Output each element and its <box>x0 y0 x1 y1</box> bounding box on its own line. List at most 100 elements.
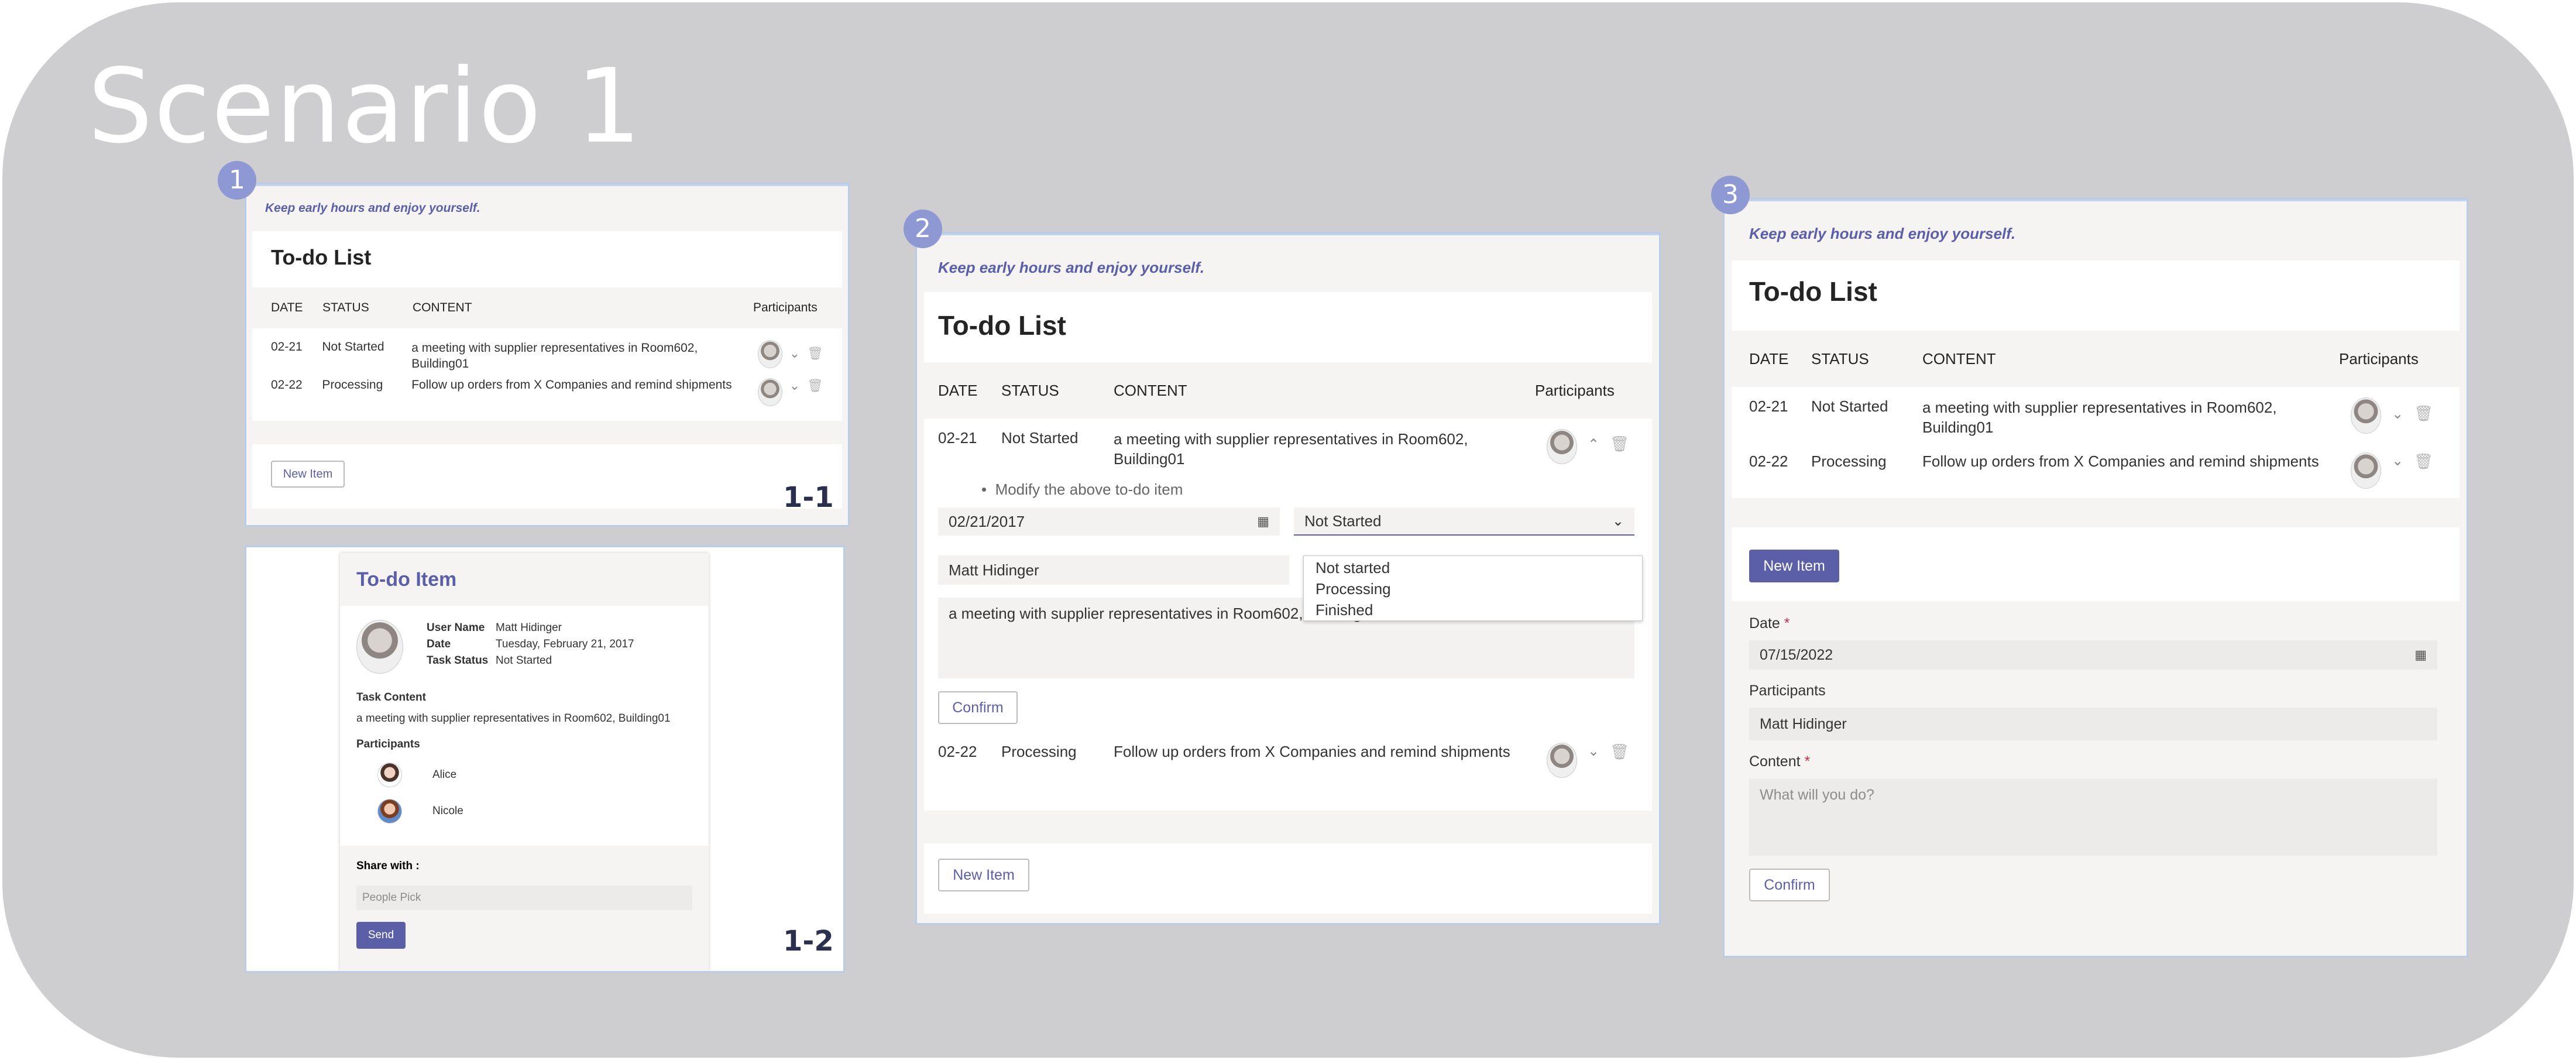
participant-name: Nicole <box>432 805 463 817</box>
row-content: Follow up orders from X Companies and re… <box>1922 452 2319 470</box>
trash-icon[interactable]: 🗑 <box>807 346 823 378</box>
chevron-down-icon[interactable]: ⌄ <box>789 346 800 378</box>
row-date: 02-22 <box>1749 452 1788 470</box>
header-status: STATUS <box>1001 381 1059 399</box>
page-title: To-do List <box>1749 276 1877 307</box>
date-value: 02/21/2017 <box>949 512 1025 530</box>
status-value: Not Started <box>1304 512 1382 530</box>
header-date: DATE <box>938 381 978 399</box>
share-placeholder: People Pick <box>362 891 421 904</box>
confirm-button[interactable]: Confirm <box>1749 869 1830 901</box>
new-item-button[interactable]: New Item <box>938 859 1029 891</box>
row-content: a meeting with supplier representatives … <box>411 340 758 378</box>
detail-header: To-do Item <box>340 553 709 606</box>
table-row[interactable]: 02-22 Processing Follow up orders from X… <box>938 743 1638 778</box>
avatar <box>356 620 403 674</box>
row-status: Processing <box>322 378 383 392</box>
edit-hint: • Modify the above to-do item <box>938 481 1638 507</box>
confirm-button[interactable]: Confirm <box>938 691 1018 724</box>
date-input[interactable]: 07/15/2022 ▦ <box>1749 640 2437 670</box>
row-content-line: Building01 <box>1114 450 1185 468</box>
detail-meta: User Name Matt Hidinger Date Tuesday, Febr… <box>427 620 634 674</box>
calendar-icon[interactable]: ▦ <box>2414 647 2427 663</box>
header-participants: Participants <box>753 301 818 314</box>
dropdown-option[interactable]: Processing <box>1316 578 1630 599</box>
trash-icon[interactable]: 🗑 <box>807 378 823 413</box>
detail-card: To-do Item User Name Matt Hidinger Date Tu… <box>340 553 709 971</box>
page-title: To-do List <box>938 310 1066 341</box>
detail-title: To-do Item <box>356 568 457 591</box>
detail-user: User Name Matt Hidinger Date Tuesday, Febr… <box>340 606 709 674</box>
label: Date <box>427 638 451 650</box>
chevron-down-icon[interactable]: ⌄ <box>2392 452 2403 490</box>
avatar <box>1547 743 1577 778</box>
header-content: CONTENT <box>1114 381 1187 399</box>
row-content: a meeting with supplier representatives … <box>1114 429 1547 481</box>
share-label: Share with : <box>356 860 420 872</box>
motto-bar: Keep early hours and enjoy yourself. <box>246 184 848 231</box>
send-button[interactable]: Send <box>356 922 406 949</box>
table-row[interactable]: 02-21 Not Started a meeting with supplie… <box>271 334 823 378</box>
chevron-up-icon[interactable]: ⌃ <box>1588 436 1599 481</box>
row-content: Follow up orders from X Companies and re… <box>411 378 732 392</box>
date-value: 07/15/2022 <box>1760 646 1833 663</box>
row-content-line: a meeting with supplier representatives … <box>1922 399 2277 416</box>
row-content-line: Building01 <box>411 357 469 371</box>
participant-item: Nicole <box>377 799 692 824</box>
calendar-icon[interactable]: ▦ <box>1257 514 1269 529</box>
date-label: Date * <box>1749 615 2442 632</box>
chevron-down-icon[interactable]: ⌄ <box>1612 513 1624 530</box>
participant-item: Alice <box>377 763 692 787</box>
chevron-down-icon[interactable]: ⌄ <box>789 378 800 413</box>
table-row[interactable]: 02-21 Not Started a meeting with supplie… <box>1749 397 2442 452</box>
table-header: DATE STATUS CONTENT Participants <box>1732 331 2460 387</box>
panel-1-1: Keep early hours and enjoy yourself. To-… <box>245 183 850 527</box>
table-row[interactable]: 02-22 Processing Follow up orders from X… <box>271 378 823 413</box>
participant-name: Alice <box>432 769 457 781</box>
chevron-down-icon[interactable]: ⌄ <box>2392 406 2403 452</box>
detail-status: Not Started <box>496 654 552 667</box>
row-date: 02-21 <box>938 429 977 447</box>
avatar <box>377 799 402 824</box>
new-item-button[interactable]: New Item <box>1749 550 1839 582</box>
badge-3: 3 <box>1711 176 1750 214</box>
header-date: DATE <box>1749 349 1789 368</box>
date-input[interactable]: 02/21/2017 ▦ <box>938 507 1280 536</box>
table-row[interactable]: 02-22 Processing Follow up orders from X… <box>1749 452 2442 490</box>
content-textarea[interactable]: What will you do? <box>1749 778 2437 856</box>
people-picker-input[interactable]: People Pick <box>356 886 692 910</box>
participants-label: Participants <box>1749 682 1826 699</box>
detail-date: Tuesday, February 21, 2017 <box>496 638 634 650</box>
date-label-text: Date <box>1749 615 1780 632</box>
row-status: Not Started <box>322 340 384 354</box>
row-date: 02-21 <box>271 340 303 354</box>
status-select[interactable]: Not Started ⌄ <box>1294 507 1634 536</box>
panel-footer: New Item <box>924 843 1652 914</box>
row-date: 02-22 <box>271 378 303 392</box>
new-item-form: Date * 07/15/2022 ▦ Participants Matt Hid… <box>1725 601 2467 901</box>
row-status: Processing <box>1001 743 1077 760</box>
trash-icon[interactable]: 🗑 <box>2414 452 2433 490</box>
label: Task Status <box>427 654 489 667</box>
row-content-line: a meeting with supplier representatives … <box>411 341 698 355</box>
header-date: DATE <box>271 301 303 314</box>
trash-icon[interactable]: 🗑 <box>1610 435 1629 481</box>
page-title: To-do List <box>271 245 372 269</box>
header-content: CONTENT <box>1922 349 1996 368</box>
motto-bar: Keep early hours and enjoy yourself. <box>917 234 1659 292</box>
trash-icon[interactable]: 🗑 <box>2414 404 2433 452</box>
avatar <box>377 763 402 787</box>
row-content-line: Building01 <box>1922 418 1994 436</box>
table-row[interactable]: 02-21 Not Started a meeting with supplie… <box>938 429 1638 481</box>
participant-input[interactable]: Matt Hidinger <box>1749 708 2437 740</box>
trash-icon[interactable]: 🗑 <box>1610 743 1629 778</box>
chevron-down-icon[interactable]: ⌄ <box>1588 743 1599 778</box>
row-status: Processing <box>1811 452 1887 470</box>
panel-footer: New Item <box>252 444 842 509</box>
new-item-button[interactable]: New Item <box>271 461 345 488</box>
dropdown-option[interactable]: Not started <box>1316 557 1630 578</box>
dropdown-option[interactable]: Finished <box>1316 599 1630 620</box>
table-header: DATE STATUS CONTENT Participants <box>252 287 842 328</box>
table-header: DATE STATUS CONTENT Participants <box>924 362 1652 418</box>
participant-input[interactable]: Matt Hidinger <box>938 555 1289 585</box>
